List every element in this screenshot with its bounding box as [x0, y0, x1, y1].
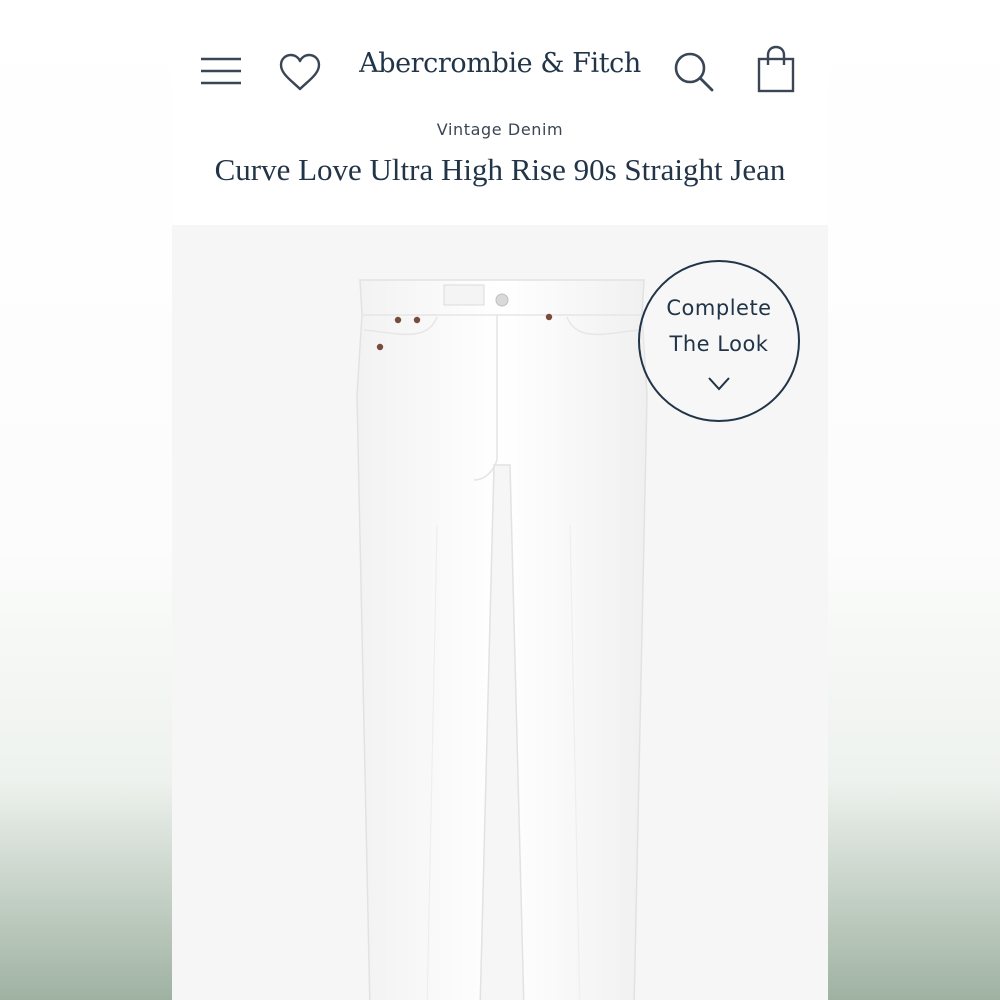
complete-the-look-line1: Complete	[666, 296, 772, 320]
product-category[interactable]: Vintage Denim	[172, 120, 828, 139]
app-screen: Abercrombie & Fitch Vintage Denim Curve …	[172, 20, 828, 1000]
wishlist-button[interactable]	[276, 50, 324, 94]
search-icon	[674, 52, 714, 92]
product-title: Curve Love Ultra High Rise 90s Straight …	[214, 152, 786, 187]
brand-logo[interactable]: Abercrombie & Fitch	[322, 48, 678, 79]
heart-icon	[279, 53, 321, 91]
jeans-image	[356, 279, 648, 1000]
complete-the-look-line2: The Look	[669, 332, 769, 356]
menu-icon	[201, 57, 241, 85]
complete-the-look-button[interactable]: Complete The Look	[638, 260, 800, 422]
product-image[interactable]: Complete The Look	[172, 225, 828, 1000]
shopping-bag-button[interactable]	[752, 44, 800, 94]
chevron-down-icon	[708, 377, 730, 391]
search-button[interactable]	[670, 48, 718, 96]
complete-the-look-label: Complete The Look	[640, 290, 798, 362]
header: Abercrombie & Fitch Vintage Denim Curve …	[172, 20, 828, 225]
shopping-bag-icon	[757, 45, 795, 93]
menu-button[interactable]	[196, 48, 246, 94]
